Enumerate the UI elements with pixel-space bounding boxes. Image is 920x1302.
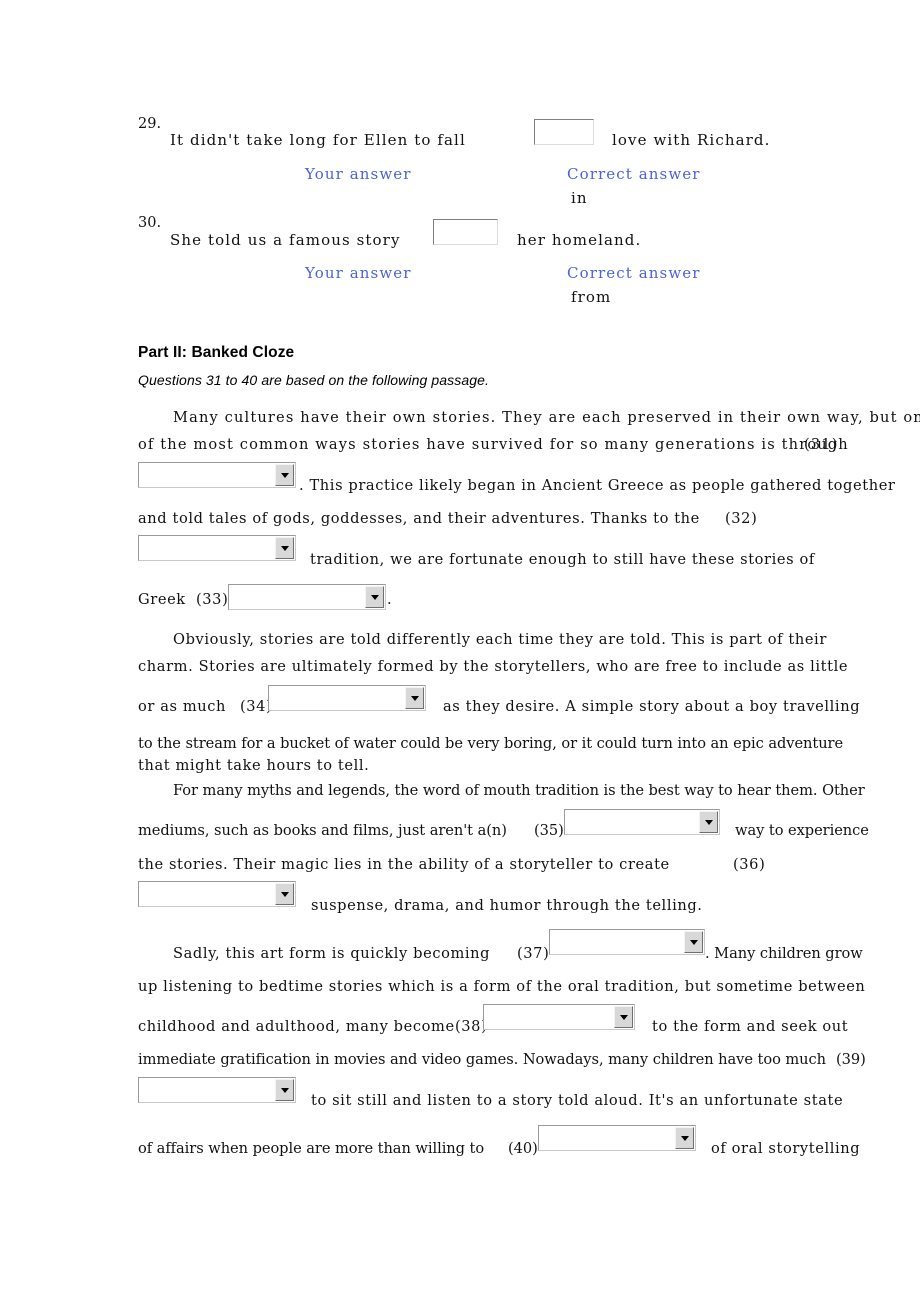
blank-select-39[interactable] — [138, 1077, 296, 1103]
chevron-down-icon[interactable] — [365, 586, 384, 608]
question-text-after: love with Richard. — [612, 131, 771, 149]
chevron-down-icon[interactable] — [614, 1006, 633, 1028]
question-text-after: her homeland. — [517, 231, 642, 249]
passage-line: to the form and seek out — [652, 1018, 849, 1035]
chevron-down-icon[interactable] — [275, 464, 294, 486]
passage-line: immediate gratification in movies and vi… — [138, 1051, 826, 1068]
passage-line: Sadly, this art form is quickly becoming — [173, 945, 491, 962]
passage-line: suspense, drama, and humor through the t… — [311, 897, 703, 914]
question-text-before: It didn't take long for Ellen to fall — [170, 131, 466, 149]
correct-answer-value: from — [571, 288, 612, 306]
passage-line: and told tales of gods, goddesses, and t… — [138, 510, 700, 527]
passage-line: Many cultures have their own stories. Th… — [173, 409, 920, 426]
select-field — [551, 931, 683, 953]
select-field — [566, 811, 698, 833]
your-answer-label: Your answer — [305, 165, 412, 183]
passage-line: . This practice likely began in Ancient … — [299, 477, 896, 494]
blank-select-34[interactable] — [268, 685, 426, 711]
blank-select-37[interactable] — [549, 929, 705, 955]
select-field — [140, 537, 274, 559]
passage-line: of affairs when people are more than wil… — [138, 1140, 485, 1157]
blank-select-36[interactable] — [138, 881, 296, 907]
blank-select-33[interactable] — [228, 584, 386, 610]
blank-label-39: (39) — [836, 1051, 866, 1068]
passage-line: mediums, such as books and films, just a… — [138, 822, 507, 839]
question-number: 29. — [138, 116, 162, 132]
passage-line: of oral storytelling — [711, 1140, 861, 1157]
passage-line: up listening to bedtime stories which is… — [138, 978, 866, 995]
passage-line: that might take hours to tell. — [138, 757, 370, 774]
blank-label-37: (37) — [517, 945, 550, 962]
passage-line: way to experience — [735, 822, 869, 839]
blank-label-40: (40) — [508, 1140, 538, 1157]
passage-line: or as much — [138, 698, 227, 715]
chevron-down-icon[interactable] — [275, 1079, 294, 1101]
blank-label-31: (31) — [804, 436, 839, 453]
blank-select-40[interactable] — [538, 1125, 696, 1151]
answer-input-29[interactable] — [534, 119, 594, 145]
blank-select-32[interactable] — [138, 535, 296, 561]
passage-line: to sit still and listen to a story told … — [311, 1092, 844, 1109]
correct-answer-label: Correct answer — [567, 264, 701, 282]
passage-line: of the most common ways stories have sur… — [138, 436, 849, 453]
chevron-down-icon[interactable] — [275, 537, 294, 559]
select-field — [140, 1079, 274, 1101]
passage-line: charm. Stories are ultimately formed by … — [138, 658, 849, 675]
select-field — [140, 883, 274, 905]
passage-line: . Many children grow — [705, 945, 863, 962]
section-title: Part II: Banked Cloze — [138, 344, 295, 361]
blank-label-32: (32) — [725, 510, 758, 527]
passage-line: Greek — [138, 591, 186, 608]
question-number: 30. — [138, 215, 162, 231]
passage-line: . — [387, 591, 393, 608]
answer-input-30[interactable] — [433, 219, 498, 245]
chevron-down-icon[interactable] — [699, 811, 718, 833]
select-field — [140, 464, 274, 486]
section-subtitle: Questions 31 to 40 are based on the foll… — [138, 372, 489, 388]
passage-line: For many myths and legends, the word of … — [173, 782, 865, 799]
chevron-down-icon[interactable] — [684, 931, 703, 953]
passage-line: to the stream for a bucket of water coul… — [138, 735, 844, 752]
question-text-before: She told us a famous story — [170, 231, 401, 249]
passage-line: tradition, we are fortunate enough to st… — [310, 551, 815, 568]
chevron-down-icon[interactable] — [675, 1127, 694, 1149]
exam-page: 29. It didn't take long for Ellen to fal… — [0, 0, 920, 1302]
chevron-down-icon[interactable] — [405, 687, 424, 709]
blank-label-33: (33) — [196, 591, 229, 608]
select-field — [270, 687, 404, 709]
blank-label-35: (35) — [534, 822, 564, 839]
correct-answer-label: Correct answer — [567, 165, 701, 183]
blank-select-35[interactable] — [564, 809, 720, 835]
select-field — [230, 586, 364, 608]
chevron-down-icon[interactable] — [275, 883, 294, 905]
passage-line: childhood and adulthood, many become — [138, 1018, 455, 1035]
blank-select-38[interactable] — [483, 1004, 635, 1030]
select-field — [540, 1127, 674, 1149]
passage-line: the stories. Their magic lies in the abi… — [138, 856, 670, 873]
correct-answer-value: in — [571, 189, 588, 207]
blank-select-31[interactable] — [138, 462, 296, 488]
select-field — [485, 1006, 613, 1028]
blank-label-36: (36) — [733, 856, 766, 873]
your-answer-label: Your answer — [305, 264, 412, 282]
passage-line: as they desire. A simple story about a b… — [443, 698, 861, 715]
passage-line: Obviously, stories are told differently … — [173, 631, 827, 648]
